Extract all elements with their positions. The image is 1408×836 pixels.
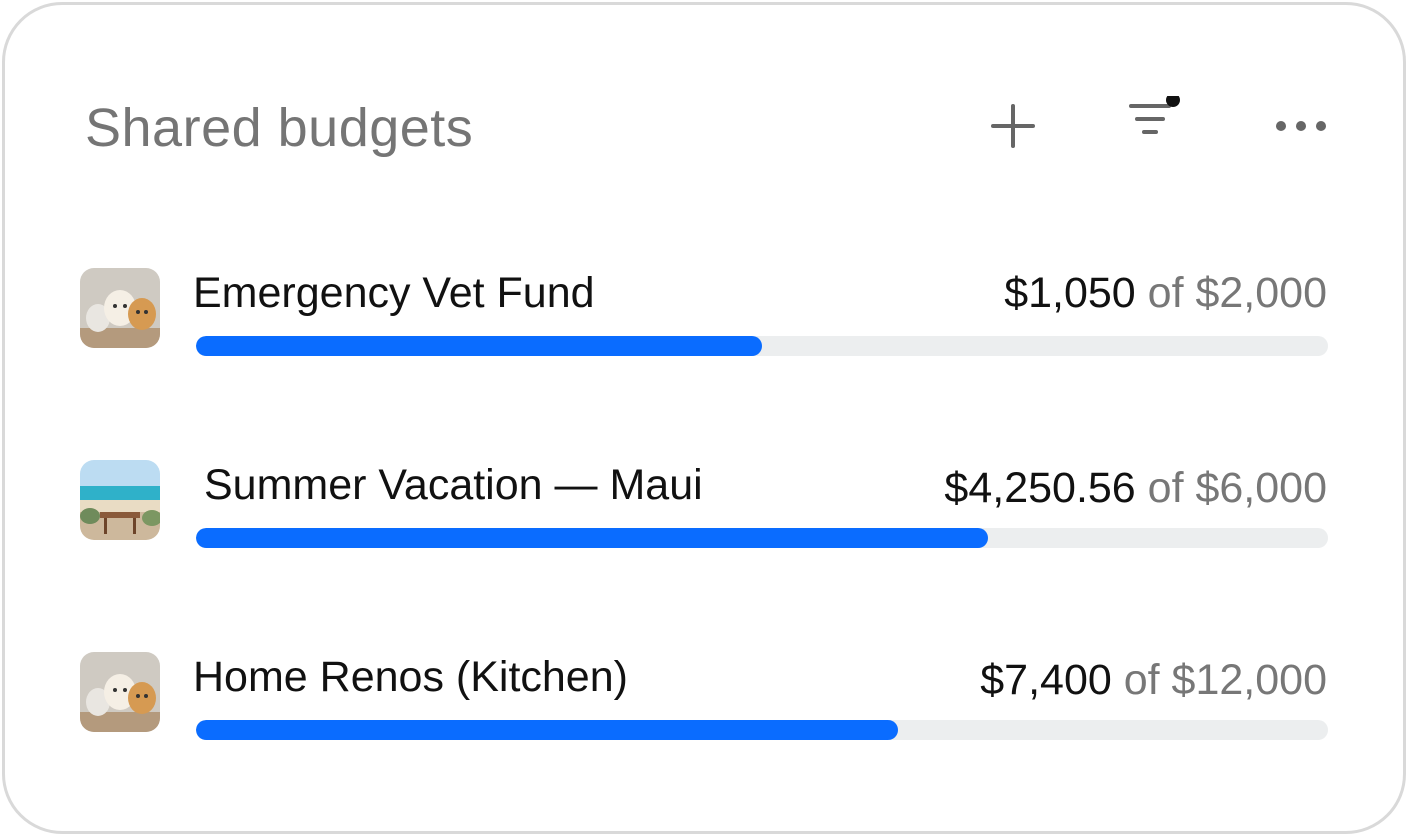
budget-amounts: $4,250.56 of $6,000 <box>944 462 1327 514</box>
progress-fill <box>196 720 898 740</box>
budget-amounts: $7,400 of $12,000 <box>980 654 1327 706</box>
progress-track <box>196 336 1328 356</box>
budget-target-amount: of $6,000 <box>1147 464 1327 512</box>
budget-current-amount: $1,050 <box>1004 269 1136 317</box>
budget-amounts: $1,050 of $2,000 <box>1004 267 1327 319</box>
budget-row[interactable]: Summer Vacation — Maui $4,250.56 of $6,0… <box>0 456 1408 556</box>
budget-row[interactable]: Emergency Vet Fund $1,050 of $2,000 <box>0 264 1408 364</box>
budget-target-amount: of $2,000 <box>1147 269 1327 317</box>
card-title: Shared budgets <box>85 98 474 158</box>
budget-current-amount: $4,250.56 <box>944 464 1136 512</box>
more-options-button[interactable] <box>1271 96 1331 156</box>
progress-track <box>196 528 1328 548</box>
budget-current-amount: $7,400 <box>980 656 1112 704</box>
filter-button[interactable] <box>1125 96 1185 156</box>
progress-track <box>196 720 1328 740</box>
more-horizontal-icon <box>1276 121 1326 131</box>
plus-icon <box>991 104 1035 148</box>
budget-target-amount: of $12,000 <box>1123 656 1327 704</box>
pets-thumbnail <box>80 268 160 348</box>
budget-name: Emergency Vet Fund <box>193 269 595 317</box>
progress-fill <box>196 528 989 548</box>
budget-row[interactable]: Home Renos (Kitchen) $7,400 of $12,000 <box>0 648 1408 748</box>
add-budget-button[interactable] <box>983 96 1043 156</box>
filter-lines-icon <box>1129 96 1180 134</box>
budget-name: Home Renos (Kitchen) <box>193 653 628 701</box>
budget-name: Summer Vacation — Maui <box>204 461 703 509</box>
pets-thumbnail <box>80 652 160 732</box>
progress-fill <box>196 336 762 356</box>
beach-thumbnail <box>80 460 160 540</box>
